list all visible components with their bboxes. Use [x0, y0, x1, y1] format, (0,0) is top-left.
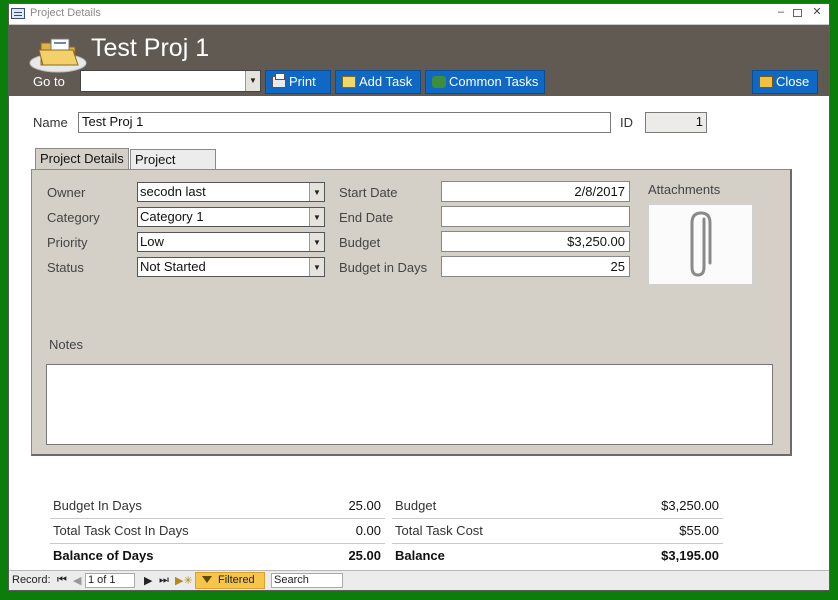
notes-label: Notes [49, 337, 83, 352]
summary-label: Budget [395, 498, 437, 513]
summary-value: 25.00 [348, 498, 381, 513]
attachments-field[interactable] [648, 204, 753, 285]
status-label: Status [47, 260, 84, 275]
new-record-icon[interactable]: ▶✳ [175, 574, 193, 587]
summary-row-task-cost: Total Task Cost $55.00 [392, 520, 723, 544]
summary-row-balance-days: Balance of Days 25.00 [50, 545, 385, 569]
summary-value: 25.00 [348, 548, 381, 563]
close-label: Close [776, 74, 810, 89]
summary-value: $55.00 [679, 523, 719, 538]
priority-value: Low [140, 234, 164, 249]
tab-project-tasks[interactable]: Project Tasks [130, 149, 216, 187]
form-header: Test Proj 1 Go to ▼ Print Add Task Commo… [9, 25, 829, 96]
summary-label: Balance of Days [53, 548, 154, 563]
status-value: Not Started [140, 259, 206, 274]
goto-label: Go to [33, 74, 65, 89]
previous-record-icon[interactable]: ◀ [73, 574, 81, 587]
summary-label: Total Task Cost In Days [53, 523, 189, 538]
category-combo[interactable]: Category 1 ▼ [137, 207, 325, 227]
filter-icon [202, 576, 212, 583]
close-button[interactable]: Close [752, 70, 818, 94]
end-date-input[interactable] [441, 206, 630, 227]
chevron-down-icon[interactable]: ▼ [309, 208, 324, 226]
summary-row-budget-days: Budget In Days 25.00 [50, 495, 385, 519]
chevron-down-icon[interactable]: ▼ [245, 71, 260, 91]
common-tasks-button[interactable]: Common Tasks [425, 70, 545, 94]
add-task-button[interactable]: Add Task [335, 70, 421, 94]
summary-value: $3,250.00 [661, 498, 719, 513]
last-record-icon[interactable]: ⏭ [159, 574, 169, 587]
budget-input[interactable]: $3,250.00 [441, 231, 630, 252]
summary-value: $3,195.00 [661, 548, 719, 563]
summary-label: Budget In Days [53, 498, 142, 513]
filtered-label: Filtered [218, 574, 255, 586]
notes-textarea[interactable] [46, 364, 773, 445]
next-record-icon[interactable]: ▶ [144, 574, 152, 587]
chevron-down-icon[interactable]: ▼ [309, 183, 324, 201]
budget-days-label: Budget in Days [339, 260, 428, 275]
name-input[interactable]: Test Proj 1 [78, 112, 611, 133]
print-label: Print [289, 74, 316, 89]
priority-label: Priority [47, 235, 88, 250]
chevron-down-icon[interactable]: ▼ [309, 258, 324, 276]
chevron-down-icon[interactable]: ▼ [309, 233, 324, 251]
attachments-label: Attachments [648, 182, 721, 197]
form-icon [11, 8, 25, 19]
title-bar: Project Details – ✕ [9, 4, 829, 25]
summary-row-task-cost-days: Total Task Cost In Days 0.00 [50, 520, 385, 544]
category-label: Category [47, 210, 100, 225]
owner-value: secodn last [140, 184, 206, 199]
print-button[interactable]: Print [265, 70, 331, 94]
budget-label: Budget [339, 235, 381, 250]
printer-icon [272, 73, 286, 88]
record-label: Record: [12, 574, 51, 586]
goto-combo[interactable]: ▼ [80, 70, 261, 92]
start-date-label: Start Date [339, 185, 398, 200]
common-tasks-icon [432, 76, 446, 88]
owner-combo[interactable]: secodn last ▼ [137, 182, 325, 202]
end-date-label: End Date [339, 210, 394, 225]
summary-label: Balance [395, 548, 445, 563]
name-label: Name [33, 115, 68, 130]
form-window: Project Details – ✕ Test Proj 1 Go to ▼ … [8, 3, 830, 591]
summary-label: Total Task Cost [395, 523, 483, 538]
paperclip-icon [690, 211, 712, 277]
project-details-panel: Owner Category Priority Status secodn la… [31, 169, 792, 456]
window-title: Project Details [30, 7, 101, 19]
door-icon [759, 76, 773, 88]
folder-icon [29, 38, 87, 73]
summary-row-budget: Budget $3,250.00 [392, 495, 723, 519]
start-date-input[interactable]: 2/8/2017 [441, 181, 630, 202]
summary-value: 0.00 [355, 523, 381, 538]
restore-icon[interactable] [793, 9, 802, 17]
add-task-icon [342, 76, 356, 88]
record-navigation-bar: Record: ⏮ ◀ 1 of 1 ▶ ⏭ ▶✳ Filtered Searc… [9, 570, 829, 590]
owner-label: Owner [47, 185, 86, 200]
add-task-label: Add Task [359, 74, 413, 89]
first-record-icon[interactable]: ⏮ [57, 574, 67, 587]
summary-row-balance: Balance $3,195.00 [392, 545, 723, 569]
form-title: Test Proj 1 [91, 34, 210, 62]
id-label: ID [620, 115, 633, 130]
minimize-icon[interactable]: – [775, 7, 787, 18]
close-window-icon[interactable]: ✕ [811, 7, 823, 18]
search-input[interactable]: Search [271, 573, 343, 588]
category-value: Category 1 [140, 209, 204, 224]
budget-days-input[interactable]: 25 [441, 256, 630, 277]
id-field: 1 [645, 112, 707, 133]
record-position-input[interactable]: 1 of 1 [85, 573, 135, 588]
status-combo[interactable]: Not Started ▼ [137, 257, 325, 277]
priority-combo[interactable]: Low ▼ [137, 232, 325, 252]
filtered-toggle[interactable]: Filtered [195, 572, 265, 589]
common-tasks-label: Common Tasks [449, 74, 539, 89]
